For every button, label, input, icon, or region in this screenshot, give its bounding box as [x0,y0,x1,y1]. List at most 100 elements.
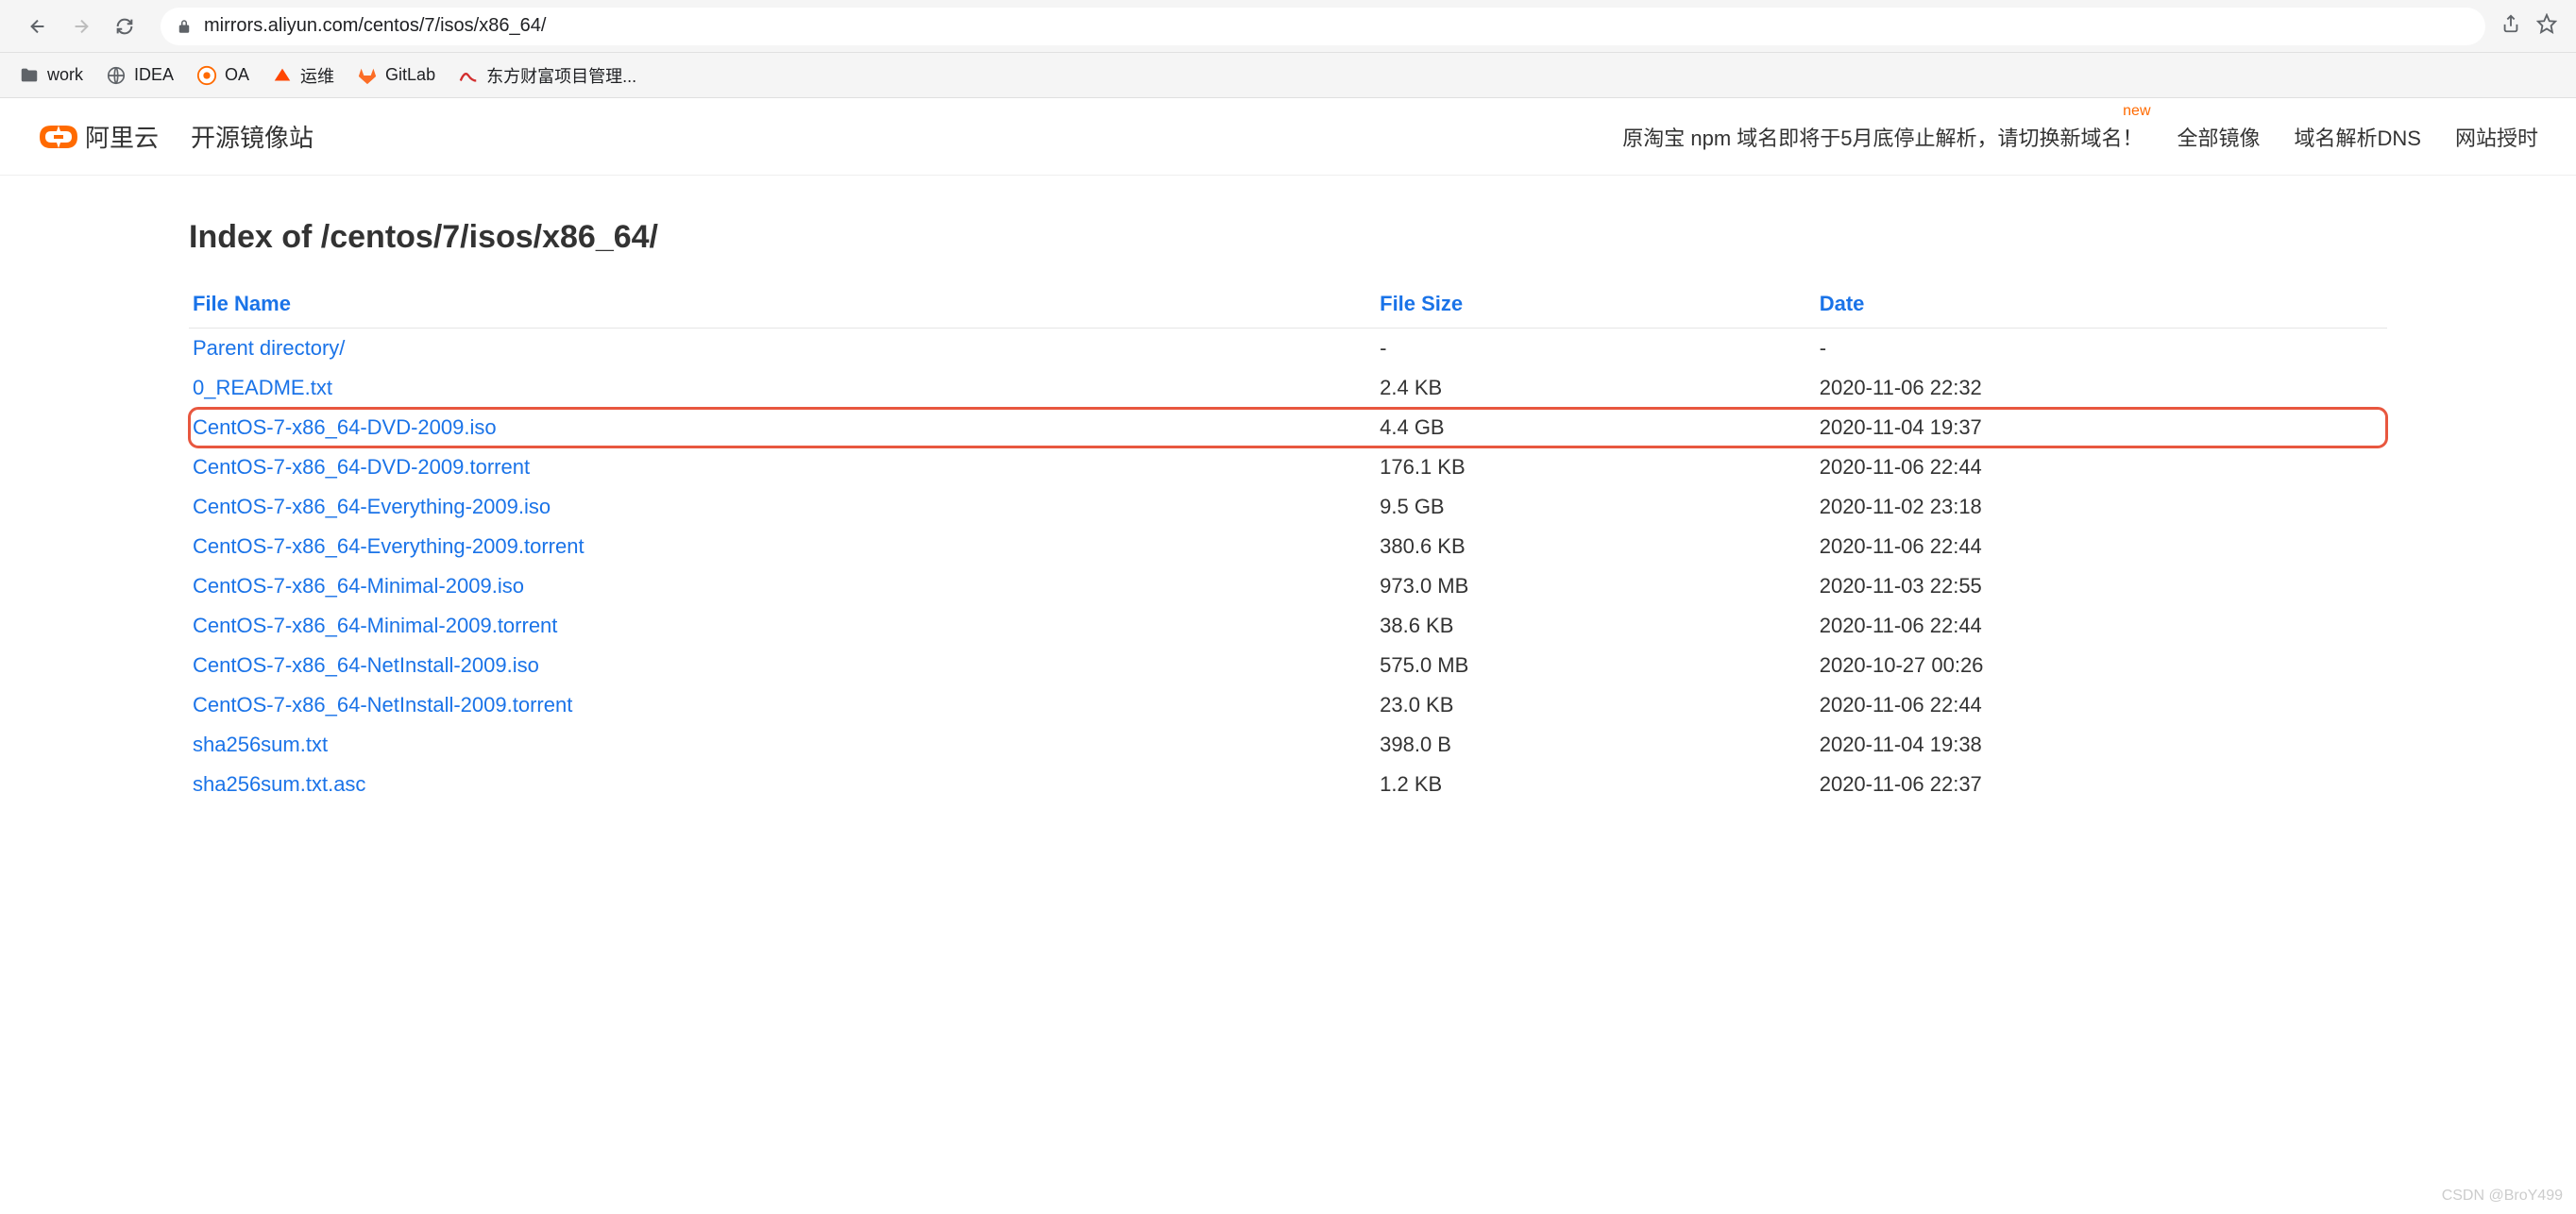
file-date-cell: 2020-11-03 22:55 [1816,566,2387,606]
file-size-cell: 973.0 MB [1376,566,1816,606]
bookmark-oa[interactable]: OA [196,65,249,86]
file-link[interactable]: Parent directory/ [193,336,345,360]
file-date-cell: 2020-11-06 22:44 [1816,527,2387,566]
file-date-cell: 2020-11-02 23:18 [1816,487,2387,527]
aliyun-logo-icon [38,120,79,154]
file-name-cell: sha256sum.txt [189,725,1376,765]
bookmark-label: GitLab [385,65,435,85]
nav-all-mirrors[interactable]: 全部镜像 [2178,122,2261,152]
file-link[interactable]: CentOS-7-x86_64-Everything-2009.iso [193,495,551,518]
file-name-cell: CentOS-7-x86_64-DVD-2009.torrent [189,447,1376,487]
bookmark-dfcf[interactable]: 东方财富项目管理... [458,63,636,88]
file-date-cell: - [1816,329,2387,369]
table-row: CentOS-7-x86_64-Everything-2009.iso 9.5 G… [189,487,2387,527]
file-name-cell: CentOS-7-x86_64-DVD-2009.iso [189,408,1376,447]
file-size-cell: 23.0 KB [1376,685,1816,725]
file-link[interactable]: sha256sum.txt.asc [193,772,365,796]
bookmark-work[interactable]: work [19,65,83,86]
nav-notice[interactable]: new 原淘宝 npm 域名即将于5月底停止解析，请切换新域名！ [1622,122,2143,152]
file-name-cell: CentOS-7-x86_64-Everything-2009.iso [189,487,1376,527]
file-date-cell: 2020-11-06 22:44 [1816,606,2387,646]
lock-icon [176,18,193,35]
url-bar[interactable]: mirrors.aliyun.com/centos/7/isos/x86_64/ [161,8,2485,45]
file-size-cell: 2.4 KB [1376,368,1816,408]
arrow-right-icon [71,16,92,37]
file-date-cell: 2020-11-06 22:37 [1816,765,2387,804]
bookmark-gitlab[interactable]: GitLab [357,65,435,86]
table-row: CentOS-7-x86_64-Minimal-2009.torrent 38.6… [189,606,2387,646]
bookmark-idea[interactable]: IDEA [106,65,174,86]
folder-icon [19,65,40,86]
aliyun-logo[interactable]: 阿里云 [38,119,159,154]
url-text: mirrors.aliyun.com/centos/7/isos/x86_64/ [204,15,2470,37]
toolbar-right [2500,13,2557,39]
table-row: CentOS-7-x86_64-DVD-2009.torrent 176.1 KB… [189,447,2387,487]
file-size-cell: - [1376,329,1816,369]
yunwei-icon [272,65,293,86]
column-header-name[interactable]: File Name [189,280,1376,329]
file-name-cell: CentOS-7-x86_64-NetInstall-2009.iso [189,646,1376,685]
bookmark-star-button[interactable] [2536,13,2557,39]
file-size-cell: 1.2 KB [1376,765,1816,804]
table-row: Parent directory/ -- [189,329,2387,369]
file-name-cell: sha256sum.txt.asc [189,765,1376,804]
file-date-cell: 2020-11-04 19:38 [1816,725,2387,765]
file-date-cell: 2020-11-06 22:44 [1816,685,2387,725]
table-header-row: File Name File Size Date [189,280,2387,329]
file-date-cell: 2020-11-06 22:44 [1816,447,2387,487]
table-row: CentOS-7-x86_64-DVD-2009.iso 4.4 GB2020-1… [189,408,2387,447]
site-header: 阿里云 开源镜像站 new 原淘宝 npm 域名即将于5月底停止解析，请切换新域… [0,98,2576,176]
table-row: CentOS-7-x86_64-NetInstall-2009.iso 575.0… [189,646,2387,685]
star-icon [2536,13,2557,34]
bookmark-label: 运维 [300,63,334,88]
file-link[interactable]: CentOS-7-x86_64-Minimal-2009.torrent [193,614,557,637]
page-title: Index of /centos/7/isos/x86_64/ [189,219,2387,256]
file-link[interactable]: CentOS-7-x86_64-DVD-2009.iso [193,415,497,439]
main-content: Index of /centos/7/isos/x86_64/ File Nam… [0,176,2576,842]
reload-icon [114,16,135,37]
file-size-cell: 9.5 GB [1376,487,1816,527]
file-size-cell: 380.6 KB [1376,527,1816,566]
share-button[interactable] [2500,13,2521,39]
file-listing-table: File Name File Size Date Parent director… [189,280,2387,804]
forward-button[interactable] [62,8,100,45]
file-name-cell: CentOS-7-x86_64-Everything-2009.torrent [189,527,1376,566]
column-header-size[interactable]: File Size [1376,280,1816,329]
table-row: CentOS-7-x86_64-NetInstall-2009.torrent 2… [189,685,2387,725]
file-name-cell: 0_README.txt [189,368,1376,408]
new-badge: new [2123,103,2150,120]
site-title[interactable]: 开源镜像站 [191,119,314,154]
table-row: CentOS-7-x86_64-Minimal-2009.iso 973.0 MB… [189,566,2387,606]
file-size-cell: 176.1 KB [1376,447,1816,487]
bookmark-yunwei[interactable]: 运维 [272,63,334,88]
file-link[interactable]: CentOS-7-x86_64-NetInstall-2009.iso [193,653,539,677]
table-row: sha256sum.txt.asc 1.2 KB2020-11-06 22:37 [189,765,2387,804]
bookmarks-bar: work IDEA OA 运维 GitLab 东方财富项目管理... [0,53,2576,98]
arrow-left-icon [27,16,48,37]
watermark: CSDN @BroY499 [2442,1188,2563,1205]
file-name-cell: CentOS-7-x86_64-Minimal-2009.torrent [189,606,1376,646]
bookmark-label: OA [225,65,249,85]
file-link[interactable]: CentOS-7-x86_64-Minimal-2009.iso [193,574,524,598]
nav-ntp[interactable]: 网站授时 [2455,122,2538,152]
file-size-cell: 38.6 KB [1376,606,1816,646]
column-header-date[interactable]: Date [1816,280,2387,329]
file-size-cell: 4.4 GB [1376,408,1816,447]
file-link[interactable]: sha256sum.txt [193,733,328,756]
bookmark-label: 东方财富项目管理... [486,63,636,88]
file-date-cell: 2020-11-04 19:37 [1816,408,2387,447]
back-button[interactable] [19,8,57,45]
file-name-cell: Parent directory/ [189,329,1376,369]
file-link[interactable]: 0_README.txt [193,376,332,399]
reload-button[interactable] [106,8,144,45]
bookmark-label: work [47,65,83,85]
file-link[interactable]: CentOS-7-x86_64-DVD-2009.torrent [193,455,530,479]
file-link[interactable]: CentOS-7-x86_64-NetInstall-2009.torrent [193,693,572,717]
file-size-cell: 575.0 MB [1376,646,1816,685]
logo-section: 阿里云 开源镜像站 [38,119,314,154]
table-row: sha256sum.txt398.0 B2020-11-04 19:38 [189,725,2387,765]
file-link[interactable]: CentOS-7-x86_64-Everything-2009.torrent [193,534,585,558]
header-nav: new 原淘宝 npm 域名即将于5月底停止解析，请切换新域名！ 全部镜像 域名… [1622,122,2538,152]
globe-icon [106,65,127,86]
nav-dns[interactable]: 域名解析DNS [2295,122,2421,152]
